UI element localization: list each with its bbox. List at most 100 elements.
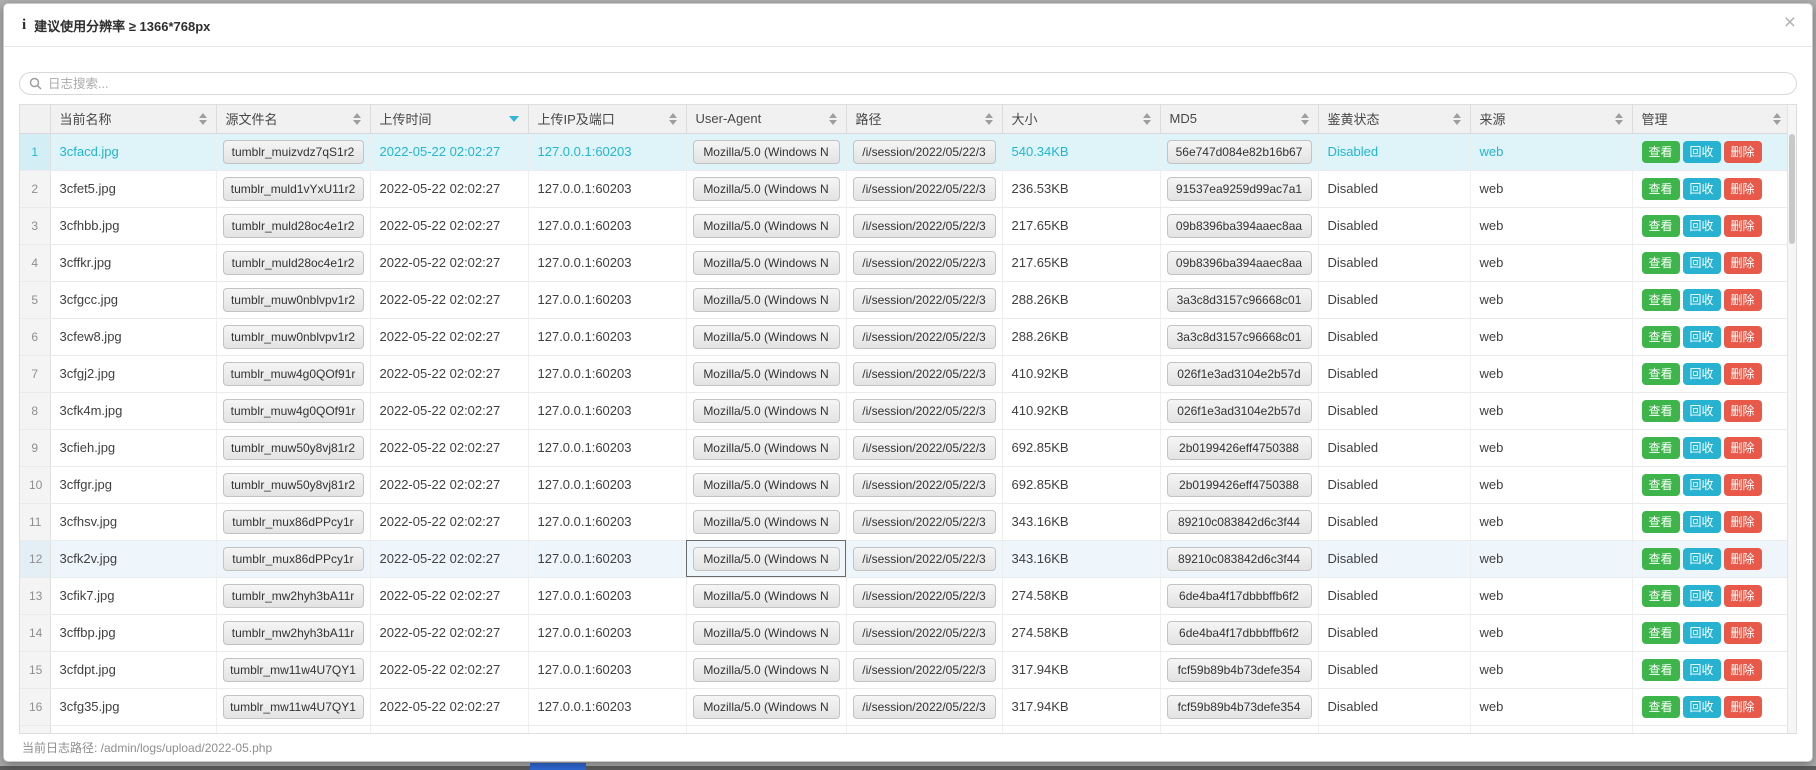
delete-button[interactable]: 删除 <box>1724 548 1762 570</box>
delete-button[interactable]: 删除 <box>1724 733 1762 735</box>
source-filename-box[interactable]: tumblr_muw50y8vj81r2 <box>223 473 364 497</box>
md5-box[interactable]: 6de4ba4f17dbbbffb6f2 <box>1167 621 1312 645</box>
table-row[interactable]: 83cfk4m.jpgtumblr_muw4g0QOf91r2022-05-22… <box>20 392 1790 429</box>
column-header-name[interactable]: 当前名称 <box>50 105 216 133</box>
md5-box[interactable]: 56e747d084e82b16b67 <box>1167 140 1312 164</box>
delete-button[interactable]: 删除 <box>1724 289 1762 311</box>
md5-box[interactable]: 2b0199426eff4750388 <box>1167 473 1312 497</box>
user-agent-box[interactable]: Mozilla/5.0 (Windows N <box>693 473 840 497</box>
column-header-md5[interactable]: MD5 <box>1160 105 1318 133</box>
table-row[interactable]: 103cffgr.jpgtumblr_muw50y8vj81r22022-05-… <box>20 466 1790 503</box>
delete-button[interactable]: 删除 <box>1724 622 1762 644</box>
path-box[interactable]: /i/session/2022/05/22/3 <box>853 436 996 460</box>
delete-button[interactable]: 删除 <box>1724 363 1762 385</box>
delete-button[interactable]: 删除 <box>1724 400 1762 422</box>
sort-icon[interactable] <box>829 113 837 125</box>
recycle-button[interactable]: 回收 <box>1683 252 1721 274</box>
md5-box[interactable]: 89210c083842d6c3f44 <box>1167 510 1312 534</box>
sort-icon[interactable] <box>1301 113 1309 125</box>
path-box[interactable]: /i/session/2022/05/22/3 <box>853 547 996 571</box>
user-agent-box[interactable]: Mozilla/5.0 (Windows N <box>693 362 840 386</box>
table-row[interactable]: 143cffbp.jpgtumblr_mw2hyh3bA11r2022-05-2… <box>20 614 1790 651</box>
user-agent-box[interactable]: Mozilla/5.0 (Windows N <box>693 177 840 201</box>
path-box[interactable]: /i/session/2022/05/22/3 <box>853 251 996 275</box>
user-agent-box[interactable]: Mozilla/5.0 (Windows N <box>693 621 840 645</box>
user-agent-box[interactable]: Mozilla/5.0 (Windows N <box>693 288 840 312</box>
table-row[interactable]: 43cffkr.jpgtumblr_muld28oc4e1r22022-05-2… <box>20 244 1790 281</box>
source-filename-box[interactable]: tumblr_muld28oc4e1r2 <box>223 251 364 275</box>
user-agent-box[interactable]: Mozilla/5.0 (Windows N <box>693 658 840 682</box>
md5-box[interactable]: 09b8396ba394aaec8aa <box>1167 214 1312 238</box>
table-row[interactable]: 133cfik7.jpgtumblr_mw2hyh3bA11r2022-05-2… <box>20 577 1790 614</box>
view-button[interactable]: 查看 <box>1642 437 1680 459</box>
view-button[interactable]: 查看 <box>1642 548 1680 570</box>
user-agent-box[interactable]: Mozilla/5.0 (Windows N <box>693 547 840 571</box>
md5-box[interactable]: 6de4ba4f17dbbbffb6f2 <box>1167 584 1312 608</box>
sort-icon[interactable] <box>1453 113 1461 125</box>
column-header-status[interactable]: 鉴黄状态 <box>1318 105 1470 133</box>
column-header-manage[interactable]: 管理 <box>1632 105 1790 133</box>
view-button[interactable]: 查看 <box>1642 141 1680 163</box>
view-button[interactable]: 查看 <box>1642 622 1680 644</box>
user-agent-box[interactable]: Mozilla/5.0 (Windows N <box>693 251 840 275</box>
delete-button[interactable]: 删除 <box>1724 252 1762 274</box>
user-agent-box[interactable]: Mozilla/5.0 (Windows N <box>693 399 840 423</box>
delete-button[interactable]: 删除 <box>1724 141 1762 163</box>
delete-button[interactable]: 删除 <box>1724 178 1762 200</box>
column-header-src[interactable]: 源文件名 <box>216 105 370 133</box>
recycle-button[interactable]: 回收 <box>1683 548 1721 570</box>
view-button[interactable]: 查看 <box>1642 659 1680 681</box>
source-filename-box[interactable]: tumblr_mux86dPPcy1r <box>223 510 364 534</box>
view-button[interactable]: 查看 <box>1642 363 1680 385</box>
recycle-button[interactable]: 回收 <box>1683 178 1721 200</box>
source-filename-box[interactable]: tumblr_mw11w4U7QY1 <box>223 695 364 719</box>
sort-icon[interactable] <box>1773 113 1781 125</box>
user-agent-box[interactable]: Mozilla/5.0 (Windows N <box>693 140 840 164</box>
vertical-scrollbar[interactable] <box>1787 105 1796 733</box>
delete-button[interactable]: 删除 <box>1724 215 1762 237</box>
recycle-button[interactable]: 回收 <box>1683 363 1721 385</box>
recycle-button[interactable]: 回收 <box>1683 437 1721 459</box>
source-filename-box[interactable]: tumblr_mw2hyh3bA11r <box>223 584 364 608</box>
column-header-ip[interactable]: 上传IP及端口 <box>528 105 686 133</box>
md5-box[interactable]: 026f1e3ad3104e2b57d <box>1167 362 1312 386</box>
column-header-source[interactable]: 来源 <box>1470 105 1632 133</box>
recycle-button[interactable]: 回收 <box>1683 696 1721 718</box>
user-agent-box[interactable]: Mozilla/5.0 (Windows N <box>693 325 840 349</box>
recycle-button[interactable]: 回收 <box>1683 659 1721 681</box>
source-filename-box[interactable]: tumblr_muizvdz7qS1r2 <box>223 140 364 164</box>
sort-icon[interactable] <box>199 113 207 125</box>
close-icon[interactable]: × <box>1784 12 1796 33</box>
view-button[interactable]: 查看 <box>1642 178 1680 200</box>
view-button[interactable]: 查看 <box>1642 511 1680 533</box>
path-box[interactable]: /i/session/2022/05/22/3 <box>853 473 996 497</box>
view-button[interactable]: 查看 <box>1642 474 1680 496</box>
scrollbar-thumb[interactable] <box>1789 134 1795 244</box>
user-agent-box[interactable]: Mozilla/5.0 (Windows N <box>693 214 840 238</box>
delete-button[interactable]: 删除 <box>1724 696 1762 718</box>
delete-button[interactable]: 删除 <box>1724 474 1762 496</box>
view-button[interactable]: 查看 <box>1642 733 1680 735</box>
source-filename-box[interactable]: tumblr_mux86dPPcy1r <box>223 547 364 571</box>
sort-desc-icon[interactable] <box>509 116 519 122</box>
source-filename-box[interactable]: tumblr_muw0nblvpv1r2 <box>223 325 364 349</box>
view-button[interactable]: 查看 <box>1642 585 1680 607</box>
table-row[interactable]: 93cfieh.jpgtumblr_muw50y8vj81r22022-05-2… <box>20 429 1790 466</box>
table-row[interactable]: 73cfgj2.jpgtumblr_muw4g0QOf91r2022-05-22… <box>20 355 1790 392</box>
table-row[interactable]: 123cfk2v.jpgtumblr_mux86dPPcy1r2022-05-2… <box>20 540 1790 577</box>
recycle-button[interactable]: 回收 <box>1683 511 1721 533</box>
view-button[interactable]: 查看 <box>1642 400 1680 422</box>
sort-icon[interactable] <box>985 113 993 125</box>
source-filename-box[interactable]: tumblr_muw0nblvpv1r2 <box>223 288 364 312</box>
view-button[interactable]: 查看 <box>1642 696 1680 718</box>
source-filename-box[interactable]: tumblr_muld28oc4e1r2 <box>223 214 364 238</box>
path-box[interactable]: /i/session/2022/05/22/3 <box>853 695 996 719</box>
path-box[interactable]: /i/session/2022/05/22/3 <box>853 510 996 534</box>
column-header-path[interactable]: 路径 <box>846 105 1002 133</box>
table-row[interactable]: 23cfet5.jpgtumblr_muld1vYxU11r22022-05-2… <box>20 170 1790 207</box>
path-box[interactable]: /i/session/2022/05/22/3 <box>853 325 996 349</box>
md5-box[interactable]: 91537ea9259d99ac7a1 <box>1167 177 1312 201</box>
md5-box[interactable]: 89210c083842d6c3f44 <box>1167 547 1312 571</box>
delete-button[interactable]: 删除 <box>1724 585 1762 607</box>
view-button[interactable]: 查看 <box>1642 326 1680 348</box>
